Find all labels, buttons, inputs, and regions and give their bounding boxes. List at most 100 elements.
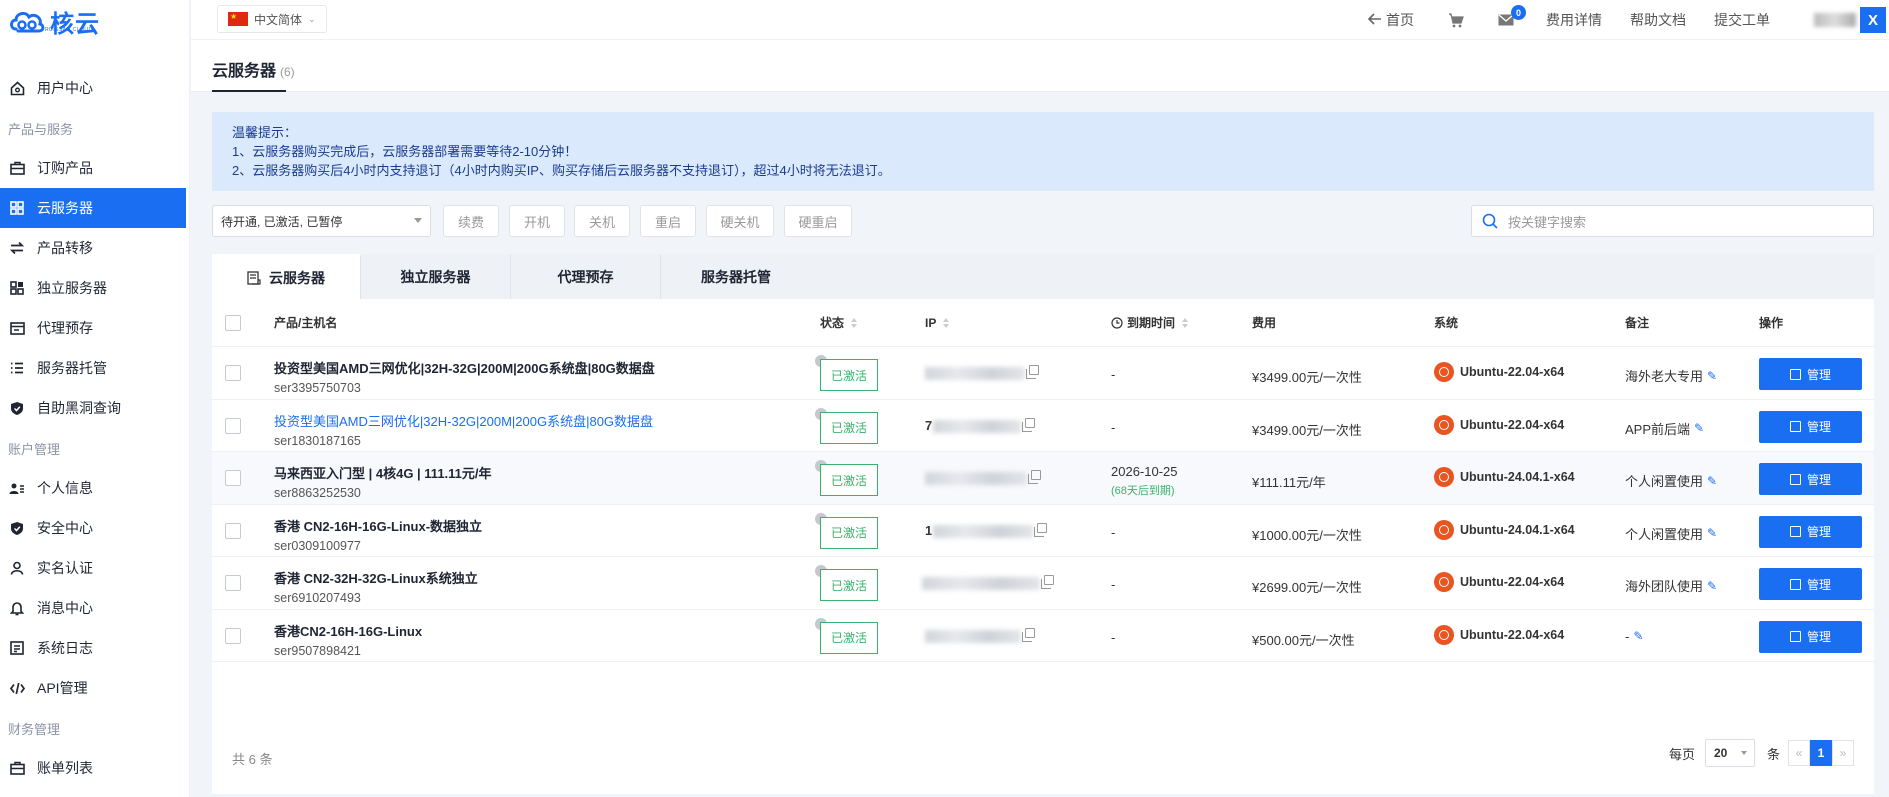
sidebar-item-label: 系统日志 <box>37 640 93 656</box>
header-expire[interactable]: 到期时间 <box>1111 314 1189 331</box>
header-status[interactable]: 状态 <box>820 314 858 331</box>
product-name-link[interactable]: 香港CN2-16H-16G-Linux <box>274 621 422 640</box>
product-name-link[interactable]: 马来西亚入门型 | 4核4G | 111.11元/年 <box>274 463 492 482</box>
brand-logo[interactable]: 核云 <box>8 4 100 39</box>
copy-icon[interactable] <box>1022 417 1035 432</box>
help-docs-link[interactable]: 帮助文档 <box>1630 10 1686 30</box>
row-checkbox[interactable] <box>225 575 241 591</box>
next-page-button[interactable]: » <box>1832 740 1854 766</box>
filter-row: 待开通, 已激活, 已暂停 续费 开机 关机 重启 硬关机 硬重启 按关键字搜索 <box>212 205 1874 237</box>
table-row[interactable]: 马来西亚入门型 | 4核4G | 111.11元/年 ser8863252530… <box>212 452 1874 505</box>
mail-icon[interactable]: 0 <box>1498 5 1526 26</box>
prev-page-button[interactable]: « <box>1788 740 1810 766</box>
search-placeholder: 按关键字搜索 <box>1508 214 1587 230</box>
tab-agent-prepaid[interactable]: 代理预存 <box>511 254 661 299</box>
fee-cell: ¥3499.00元/一次性 <box>1252 422 1362 438</box>
manage-button[interactable]: 管理 <box>1759 620 1862 653</box>
transfer-icon <box>9 240 25 256</box>
cart-icon[interactable] <box>1448 12 1464 28</box>
fee-cell: ¥1000.00元/一次性 <box>1252 527 1362 543</box>
sidebar-item-2[interactable]: 订购产品 <box>0 148 186 188</box>
hard-reboot-button[interactable]: 硬重启 <box>784 205 852 237</box>
note-cell: 海外团队使用 ✎ <box>1625 576 1717 595</box>
sidebar-item-3[interactable]: 云服务器 <box>0 188 186 228</box>
table-row[interactable]: 投资型美国AMD三网优化|32H-32G|200M|200G系统盘|80G数据盘… <box>212 347 1874 400</box>
close-button[interactable]: X <box>1860 7 1886 33</box>
sidebar-item-17[interactable]: 账单列表 <box>0 748 186 788</box>
sidebar-item-6[interactable]: 代理预存 <box>0 308 186 348</box>
sidebar-item-0[interactable]: 用户中心 <box>0 68 186 108</box>
sidebar-item-11[interactable]: 安全中心 <box>0 508 186 548</box>
copy-icon[interactable] <box>1026 365 1039 379</box>
table-row[interactable]: 投资型美国AMD三网优化|32H-32G|200M|200G系统盘|80G数据盘… <box>212 400 1874 452</box>
edit-pencil-icon[interactable]: ✎ <box>1694 421 1704 435</box>
sidebar-item-15[interactable]: API管理 <box>0 668 186 708</box>
row-checkbox[interactable] <box>225 470 241 486</box>
sidebar-group-label: 产品与服务 <box>8 121 74 137</box>
sidebar-item-7[interactable]: 服务器托管 <box>0 348 186 388</box>
copy-icon[interactable] <box>1041 575 1054 589</box>
product-name-link[interactable]: 投资型美国AMD三网优化|32H-32G|200M|200G系统盘|80G数据盘 <box>274 358 655 377</box>
reboot-button[interactable]: 重启 <box>640 205 696 237</box>
ip-prefix: 7 <box>925 417 933 433</box>
note-text: - <box>1625 628 1630 644</box>
status-filter-select[interactable]: 待开通, 已激活, 已暂停 <box>212 205 431 237</box>
product-name-link[interactable]: 投资型美国AMD三网优化|32H-32G|200M|200G系统盘|80G数据盘 <box>274 411 653 430</box>
edit-pencil-icon[interactable]: ✎ <box>1633 629 1643 643</box>
row-checkbox[interactable] <box>225 627 241 644</box>
home-link[interactable]: 首页 <box>1367 10 1414 30</box>
row-checkbox[interactable] <box>225 365 241 381</box>
submit-ticket-link[interactable]: 提交工单 <box>1714 10 1770 30</box>
row-checkbox[interactable] <box>225 522 241 539</box>
row-checkbox[interactable] <box>225 417 241 434</box>
sidebar-item-5[interactable]: 独立服务器 <box>0 268 186 308</box>
page-1-button[interactable]: 1 <box>1810 740 1832 766</box>
sidebar-item-10[interactable]: 个人信息 <box>0 468 186 508</box>
edit-pencil-icon[interactable]: ✎ <box>1707 579 1717 593</box>
header-ip[interactable]: IP <box>925 316 950 330</box>
language-selector[interactable]: 中文简体 ⌄ <box>217 5 327 33</box>
os-name: Ubuntu-24.04.1-x64 <box>1460 522 1575 537</box>
sidebar-item-label: 产品转移 <box>37 240 93 256</box>
edit-pencil-icon[interactable]: ✎ <box>1707 369 1717 383</box>
tab-server-hosting[interactable]: 服务器托管 <box>661 254 811 299</box>
copy-icon[interactable] <box>1022 627 1035 642</box>
edit-pencil-icon[interactable]: ✎ <box>1707 474 1717 488</box>
sidebar-item-4[interactable]: 产品转移 <box>0 228 186 268</box>
manage-button[interactable]: 管理 <box>1759 358 1862 390</box>
sidebar-item-13[interactable]: 消息中心 <box>0 588 186 628</box>
product-name-link[interactable]: 香港 CN2-32H-32G-Linux系统独立 <box>274 568 478 587</box>
sidebar-item-8[interactable]: 自助黑洞查询 <box>0 388 186 428</box>
search-input[interactable]: 按关键字搜索 <box>1471 205 1874 237</box>
manage-button[interactable]: 管理 <box>1759 568 1862 600</box>
tab-dedicated-server[interactable]: 独立服务器 <box>361 254 511 299</box>
product-name-link[interactable]: 香港 CN2-16H-16G-Linux-数据独立 <box>274 516 482 535</box>
manage-button[interactable]: 管理 <box>1759 463 1862 495</box>
os-cell: Ubuntu-24.04.1-x64 <box>1434 467 1575 487</box>
sidebar-item-14[interactable]: 系统日志 <box>0 628 186 668</box>
renew-button[interactable]: 续费 <box>443 205 499 237</box>
sidebar-item-12[interactable]: 实名认证 <box>0 548 186 588</box>
manage-button[interactable]: 管理 <box>1759 410 1862 443</box>
edit-pencil-icon[interactable]: ✎ <box>1707 526 1717 540</box>
table-row[interactable]: 香港CN2-16H-16G-Linux ser9507898421 已激活 - … <box>212 610 1874 662</box>
hard-poweroff-button[interactable]: 硬关机 <box>706 205 774 237</box>
os-name: Ubuntu-22.04-x64 <box>1460 627 1565 642</box>
header-os: 系统 <box>1434 316 1459 330</box>
power-on-button[interactable]: 开机 <box>509 205 565 237</box>
select-all-checkbox[interactable] <box>225 314 241 331</box>
power-off-button[interactable]: 关机 <box>574 205 630 237</box>
tab-cloud-server[interactable]: 云服务器 <box>212 254 361 299</box>
table-row[interactable]: 香港 CN2-16H-16G-Linux-数据独立 ser0309100977 … <box>212 505 1874 557</box>
copy-icon[interactable] <box>1034 522 1047 537</box>
status-badge: 已激活 <box>820 621 878 654</box>
manage-button[interactable]: 管理 <box>1759 515 1862 548</box>
fee-details-link[interactable]: 费用详情 <box>1546 10 1602 30</box>
page-size-select[interactable]: 20 <box>1704 739 1755 767</box>
table-row[interactable]: 香港 CN2-32H-32G-Linux系统独立 ser6910207493 已… <box>212 557 1874 610</box>
note-text: 海外老大专用 <box>1625 369 1704 384</box>
expire-cell: - <box>1111 420 1115 435</box>
fee-cell: ¥111.11元/年 <box>1252 475 1326 490</box>
user-name-redacted[interactable] <box>1814 13 1856 27</box>
copy-icon[interactable] <box>1028 470 1041 484</box>
